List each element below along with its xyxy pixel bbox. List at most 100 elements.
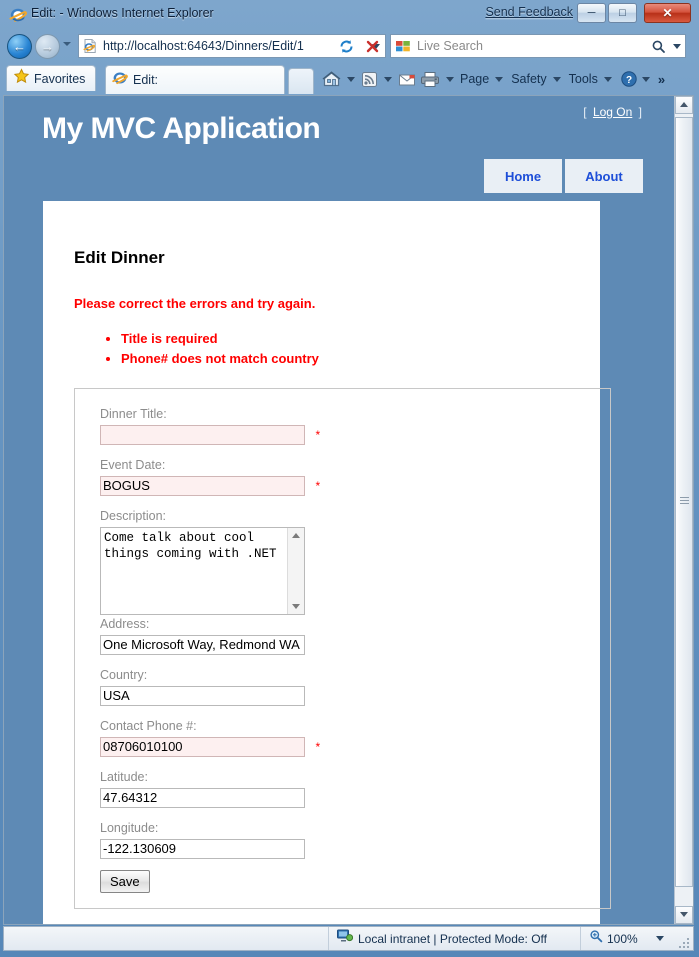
resize-grip-icon[interactable] xyxy=(679,936,691,948)
longitude-input[interactable]: -122.130609 xyxy=(100,839,305,859)
toolbar-overflow-button[interactable]: » xyxy=(658,72,665,87)
star-icon xyxy=(13,67,30,90)
home-chevron-down-icon[interactable] xyxy=(347,76,355,82)
close-button[interactable]: ✕ xyxy=(644,3,691,23)
page-icon xyxy=(82,38,98,54)
scrollbar-grip-icon xyxy=(680,497,689,507)
search-go-button[interactable] xyxy=(647,39,669,54)
close-icon: ✕ xyxy=(662,6,673,20)
safety-menu-button[interactable]: Safety xyxy=(509,67,566,91)
nav-home-label: Home xyxy=(504,168,542,184)
logon-link[interactable]: Log On xyxy=(593,105,632,119)
description-label: Description: xyxy=(100,509,166,523)
site-navigation: Home About xyxy=(481,159,643,193)
save-button[interactable]: Save xyxy=(100,870,150,893)
field-description: Description: Come talk about cool things… xyxy=(100,509,305,615)
logon-area: [ Log On ] xyxy=(583,105,642,119)
minimize-button[interactable]: ─ xyxy=(577,3,606,23)
feeds-chevron-down-icon[interactable] xyxy=(384,76,392,82)
page-scrollbar[interactable] xyxy=(674,96,693,924)
toolbar-buttons: Page Safety Tools ? » xyxy=(320,66,665,92)
dinner-title-required-marker: * xyxy=(315,428,321,442)
zoom-level-label: 100% xyxy=(607,931,638,946)
rss-feed-icon xyxy=(362,71,377,87)
field-latitude: Latitude: 47.64312 xyxy=(100,770,305,808)
contact-phone-required-marker: * xyxy=(315,740,321,754)
address-input[interactable]: One Microsoft Way, Redmond WA xyxy=(100,635,305,655)
nav-about-label: About xyxy=(585,168,623,184)
help-chevron-down-icon xyxy=(641,76,650,82)
feeds-button[interactable] xyxy=(359,67,380,91)
page-viewport: [ Log On ] My MVC Application Home About… xyxy=(3,95,694,925)
send-feedback-link[interactable]: Send Feedback xyxy=(485,5,573,19)
url-text: http://localhost:64643/Dinners/Edit/1 xyxy=(103,39,304,53)
browser-tab-edit[interactable]: Edit: xyxy=(105,65,285,94)
status-bar: Local intranet | Protected Mode: Off 100… xyxy=(3,926,694,951)
forward-button[interactable]: → xyxy=(35,34,60,59)
refresh-icon xyxy=(340,39,352,53)
title-bar: Edit: - Windows Internet Explorer Send F… xyxy=(0,0,699,30)
refresh-button[interactable] xyxy=(334,34,358,58)
home-icon xyxy=(322,71,341,87)
nav-item-about[interactable]: About xyxy=(565,159,643,193)
nav-item-home[interactable]: Home xyxy=(484,159,562,193)
field-event-date: Event Date: BOGUS * xyxy=(100,458,320,496)
scrollbar-thumb[interactable] xyxy=(675,117,693,887)
field-dinner-title: Dinner Title: * xyxy=(100,407,320,445)
status-message-area xyxy=(4,927,329,950)
favorites-button[interactable]: Favorites xyxy=(6,65,97,91)
back-button[interactable]: ← xyxy=(7,34,32,59)
print-button[interactable] xyxy=(418,67,442,91)
search-input[interactable]: Live Search xyxy=(417,39,647,53)
event-date-required-marker: * xyxy=(315,479,321,493)
security-zone-area[interactable]: Local intranet | Protected Mode: Off xyxy=(329,927,581,950)
stop-x-icon xyxy=(366,40,378,52)
latitude-input[interactable]: 47.64312 xyxy=(100,788,305,808)
dinner-title-input[interactable] xyxy=(100,425,305,445)
description-textarea[interactable]: Come talk about cool things coming with … xyxy=(100,527,305,615)
command-bar: Favorites Edit: Page Safety Tools ? » xyxy=(0,62,699,94)
recent-pages-chevron-down-icon[interactable] xyxy=(63,42,71,46)
field-country: Country: USA xyxy=(100,668,305,706)
edit-dinner-fieldset: Dinner Title: * Event Date: BOGUS * Desc… xyxy=(74,388,611,909)
logon-bracket-close: ] xyxy=(638,105,642,119)
search-box[interactable]: Live Search xyxy=(390,34,686,58)
forward-arrow-icon: → xyxy=(41,39,54,54)
maximize-icon: □ xyxy=(619,7,626,19)
field-address: Address: One Microsoft Way, Redmond WA xyxy=(100,617,305,655)
svg-text:?: ? xyxy=(626,75,632,86)
tools-menu-label: Tools xyxy=(568,72,598,86)
help-question-icon: ? xyxy=(621,71,637,87)
new-tab-button[interactable] xyxy=(288,68,314,94)
safety-chevron-down-icon xyxy=(552,76,561,82)
scroll-up-button[interactable] xyxy=(675,96,693,114)
validation-error-list: Title is required Phone# does not match … xyxy=(93,329,319,369)
page-title: Edit Dinner xyxy=(74,248,165,267)
print-chevron-down-icon[interactable] xyxy=(446,76,454,82)
page-menu-button[interactable]: Page xyxy=(458,67,509,91)
description-scrollbar[interactable] xyxy=(287,528,304,614)
internet-explorer-icon xyxy=(9,6,27,24)
tools-menu-button[interactable]: Tools xyxy=(567,67,618,91)
security-zone-label: Local intranet | Protected Mode: Off xyxy=(358,931,547,946)
description-scroll-up-icon[interactable] xyxy=(292,533,300,538)
site-title: My MVC Application xyxy=(42,112,321,145)
search-provider-icon xyxy=(395,38,411,54)
validation-error-item: Phone# does not match country xyxy=(121,349,319,369)
event-date-input[interactable]: BOGUS xyxy=(100,476,305,496)
stop-button[interactable] xyxy=(360,34,384,58)
magnifier-icon xyxy=(652,40,665,53)
help-button[interactable]: ? xyxy=(618,67,656,91)
mail-button[interactable] xyxy=(396,67,418,91)
home-button[interactable] xyxy=(320,67,343,91)
zoom-chevron-down-icon[interactable] xyxy=(655,936,664,941)
validation-summary-heading: Please correct the errors and try again. xyxy=(74,296,316,311)
country-input[interactable]: USA xyxy=(100,686,305,706)
mail-icon xyxy=(399,74,415,85)
description-scroll-down-icon[interactable] xyxy=(292,604,300,609)
zoom-area[interactable]: 100% xyxy=(581,927,693,950)
scroll-down-button[interactable] xyxy=(675,906,693,924)
maximize-button[interactable]: □ xyxy=(608,3,637,23)
search-dropdown-chevron-down-icon[interactable] xyxy=(669,43,685,49)
contact-phone-input[interactable]: 08706010100 xyxy=(100,737,305,757)
